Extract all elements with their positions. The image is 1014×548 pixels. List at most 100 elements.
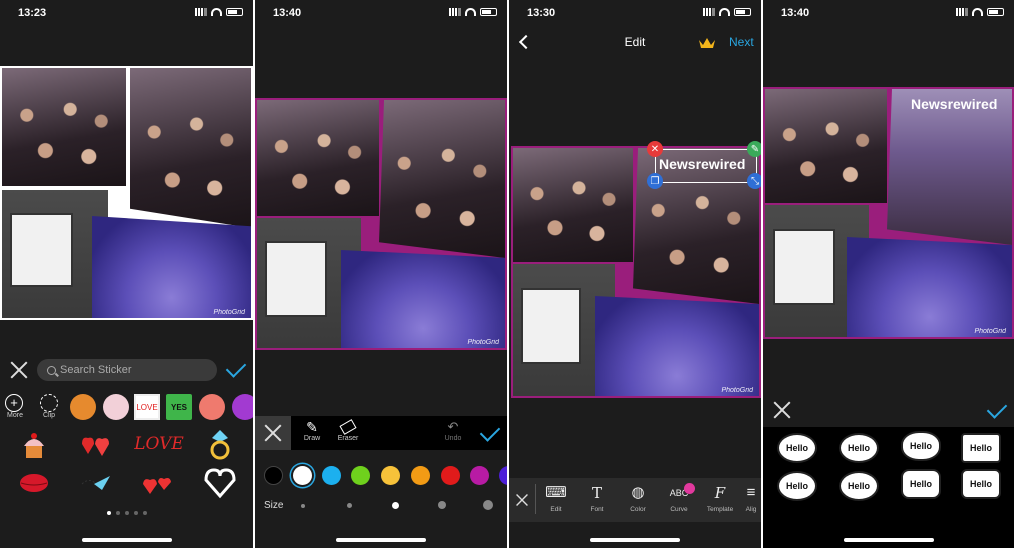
hearts-icon[interactable] xyxy=(80,432,112,458)
color-swatch-yellow[interactable] xyxy=(381,466,400,485)
collage-cell-1[interactable] xyxy=(257,100,379,216)
clip-button[interactable]: Clip xyxy=(38,394,60,419)
collage-cell-2[interactable] xyxy=(130,68,251,228)
template-tool[interactable]: F Template xyxy=(700,484,740,513)
color-swatch-white[interactable] xyxy=(293,466,312,485)
color-swatch-black[interactable] xyxy=(264,466,283,485)
hello-sticker-5[interactable]: Hello xyxy=(777,471,817,501)
color-swatch-violet[interactable] xyxy=(499,466,507,485)
curve-tool[interactable]: ABC Curve xyxy=(659,483,699,513)
hello-sticker-1[interactable]: Hello xyxy=(777,433,817,463)
color-swatch-red[interactable] xyxy=(441,466,460,485)
small-hearts-icon[interactable] xyxy=(140,472,174,498)
screen-sticker-search: 13:23 PhotoGrid Search Sticker + More Cl… xyxy=(0,0,253,548)
align-tool[interactable]: ≡ Alig xyxy=(741,484,761,513)
collage-cell-4[interactable] xyxy=(341,250,505,348)
size-option-1[interactable] xyxy=(301,504,305,508)
collage-cell-1[interactable] xyxy=(513,148,633,262)
keyboard-icon: ⌨ xyxy=(545,484,567,501)
battery-icon xyxy=(226,8,243,16)
size-option-5[interactable] xyxy=(483,500,493,510)
hello-sticker-3[interactable]: Hello xyxy=(901,431,941,461)
collage-cell-4[interactable] xyxy=(847,237,1012,337)
watermark: PhotoGrid xyxy=(974,328,1006,335)
confirm-check-icon[interactable] xyxy=(225,357,247,378)
category-emoji-icon[interactable] xyxy=(232,394,253,420)
photo-collage[interactable]: Newsrewired PhotoGrid xyxy=(763,87,1014,339)
wifi-icon xyxy=(211,8,222,16)
edit-tool[interactable]: ⌨ Edit xyxy=(536,484,576,513)
search-input[interactable]: Search Sticker xyxy=(37,359,217,381)
collage-cell-4[interactable] xyxy=(595,296,759,396)
status-bar: 13:23 xyxy=(0,0,253,28)
size-option-4[interactable] xyxy=(438,501,446,509)
hello-sticker-6[interactable]: Hello xyxy=(839,471,879,501)
text-sticker-selection[interactable]: Newsrewired xyxy=(655,149,757,183)
size-option-3[interactable] xyxy=(392,502,399,509)
template-icon: F xyxy=(714,484,726,502)
color-swatch-orange[interactable] xyxy=(411,466,430,485)
delete-handle-icon[interactable]: ✕ xyxy=(647,141,663,157)
eraser-label: Eraser xyxy=(337,435,359,442)
ring-icon[interactable] xyxy=(206,428,234,460)
duplicate-handle-icon[interactable]: ❐ xyxy=(647,173,663,189)
next-button[interactable]: Next xyxy=(729,35,754,49)
text-sticker[interactable]: Newsrewired xyxy=(911,96,997,112)
close-icon[interactable] xyxy=(516,494,529,507)
size-label: Size xyxy=(264,500,284,511)
home-indicator xyxy=(843,538,934,542)
hello-sticker-2[interactable]: Hello xyxy=(839,433,879,463)
photo-collage[interactable]: PhotoGrid xyxy=(0,66,253,320)
confirm-check-icon[interactable] xyxy=(479,421,501,442)
edit-handle-icon[interactable]: ✎ xyxy=(747,141,761,157)
battery-icon xyxy=(987,8,1004,16)
resize-handle-icon[interactable]: ⤡ xyxy=(747,173,761,189)
paper-plane-icon[interactable] xyxy=(80,472,112,494)
eraser-tool[interactable]: Eraser xyxy=(333,419,363,442)
category-smile-icon[interactable] xyxy=(103,394,129,420)
collage-cell-2[interactable] xyxy=(887,89,1012,245)
category-yes-icon[interactable]: YES xyxy=(166,394,192,420)
align-tool-label: Alig xyxy=(745,506,757,513)
plus-icon: + xyxy=(5,394,23,412)
collage-cell-1[interactable] xyxy=(765,89,887,203)
color-swatch-blue[interactable] xyxy=(322,466,341,485)
status-bar: 13:30 xyxy=(509,0,761,28)
close-icon[interactable] xyxy=(773,401,791,419)
collage-cell-4[interactable] xyxy=(92,216,251,318)
love-text-sticker[interactable]: LOVE xyxy=(134,432,184,456)
white-heart-icon[interactable] xyxy=(202,466,238,500)
lips-icon[interactable] xyxy=(18,472,50,494)
draw-toolbar: ✎ Draw Eraser ↶ Undo xyxy=(255,416,507,450)
collage-cell-2[interactable] xyxy=(379,100,505,258)
font-tool[interactable]: T Font xyxy=(577,484,617,513)
text-sticker[interactable]: Newsrewired xyxy=(659,156,745,172)
category-flowers-icon[interactable] xyxy=(70,394,96,420)
signal-icon xyxy=(195,8,207,16)
photo-collage[interactable]: PhotoGrid xyxy=(255,98,507,350)
hello-sticker-4[interactable]: Hello xyxy=(961,433,1001,463)
wifi-icon xyxy=(719,8,730,16)
color-tool[interactable]: ◍ Color xyxy=(618,484,658,513)
confirm-check-icon[interactable] xyxy=(986,398,1008,419)
cupcake-icon[interactable] xyxy=(20,430,48,460)
draw-tool[interactable]: ✎ Draw xyxy=(299,419,325,442)
watermark: PhotoGrid xyxy=(213,309,245,316)
wifi-icon xyxy=(972,8,983,16)
close-button[interactable] xyxy=(255,416,291,450)
color-swatch-green[interactable] xyxy=(351,466,370,485)
crown-icon[interactable] xyxy=(698,36,716,55)
collage-cell-1[interactable] xyxy=(2,68,126,186)
category-love-icon[interactable]: LOVE xyxy=(134,394,160,420)
hello-sticker-7[interactable]: Hello xyxy=(901,469,941,499)
photo-collage[interactable]: PhotoGrid xyxy=(511,146,761,398)
undo-button[interactable]: ↶ Undo xyxy=(441,419,465,442)
screen-draw: 13:40 PhotoGrid ✎ Draw Eraser ↶ Undo Siz… xyxy=(255,0,507,548)
status-bar: 13:40 xyxy=(255,0,507,28)
color-swatch-purple[interactable] xyxy=(470,466,489,485)
size-option-2[interactable] xyxy=(347,503,352,508)
category-cake-icon[interactable] xyxy=(199,394,225,420)
more-button[interactable]: + More xyxy=(5,394,25,419)
hello-sticker-8[interactable]: Hello xyxy=(961,469,1001,499)
close-icon[interactable] xyxy=(10,361,28,379)
